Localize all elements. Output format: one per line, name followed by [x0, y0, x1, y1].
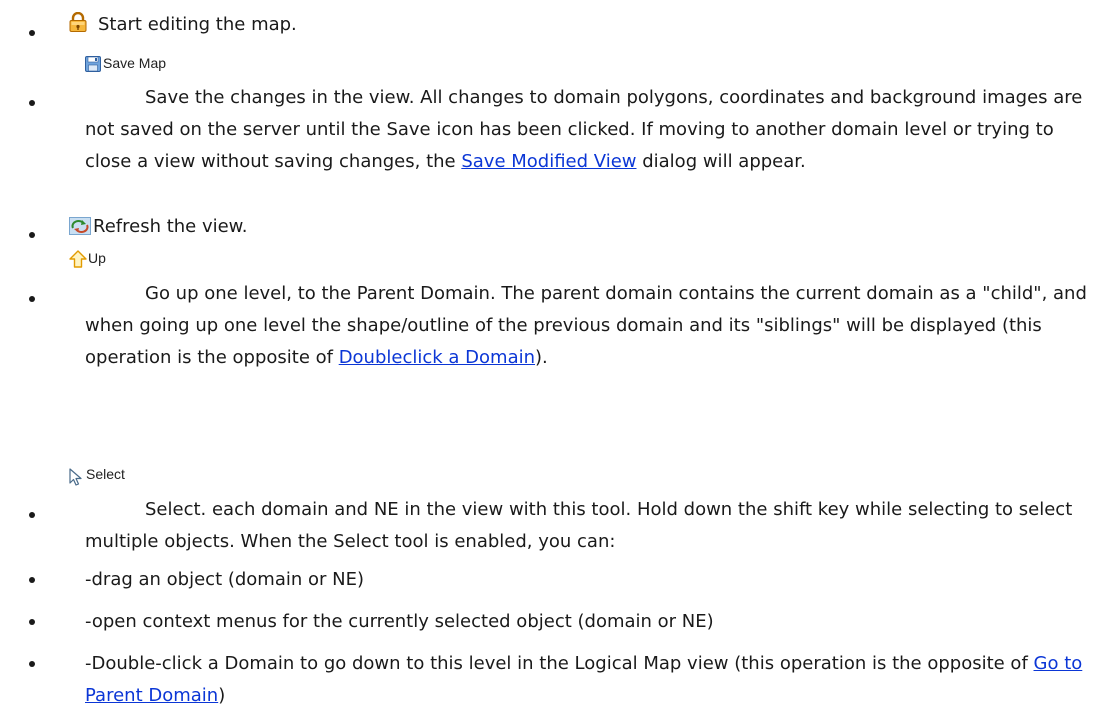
up-label: Up [88, 250, 106, 266]
item-text: Save the changes in the view. All change… [85, 87, 1083, 172]
bullet [29, 512, 35, 518]
bullet [29, 577, 35, 583]
save-modified-view-link[interactable]: Save Modified View [461, 151, 636, 172]
refresh-icon[interactable] [69, 217, 91, 240]
bullet [29, 232, 35, 238]
bullet [29, 296, 35, 302]
item-text: Go up one level, to the Parent Domain. T… [85, 283, 1087, 368]
select-label: Select [86, 466, 125, 482]
item-text: -drag an object (domain or NE) [85, 569, 364, 590]
bullet [29, 30, 35, 36]
up-arrow-icon[interactable] [69, 250, 87, 273]
lock-icon[interactable] [69, 11, 87, 37]
bullet [29, 619, 35, 625]
item-text: -open context menus for the currently se… [85, 611, 714, 632]
bullet [29, 661, 35, 667]
doubleclick-a-domain-link[interactable]: Doubleclick a Domain [339, 347, 535, 368]
item-text: -Double-click a Domain to go down to thi… [85, 653, 1083, 706]
item-text: Start editing the map. [98, 14, 297, 35]
item-text: Select. each domain and NE in the view w… [85, 499, 1073, 552]
save-icon[interactable] [85, 56, 101, 77]
bullet [29, 100, 35, 106]
select-cursor-icon[interactable] [69, 468, 83, 491]
item-text: Refresh the view. [93, 216, 248, 237]
save-map-label: Save Map [103, 55, 167, 71]
